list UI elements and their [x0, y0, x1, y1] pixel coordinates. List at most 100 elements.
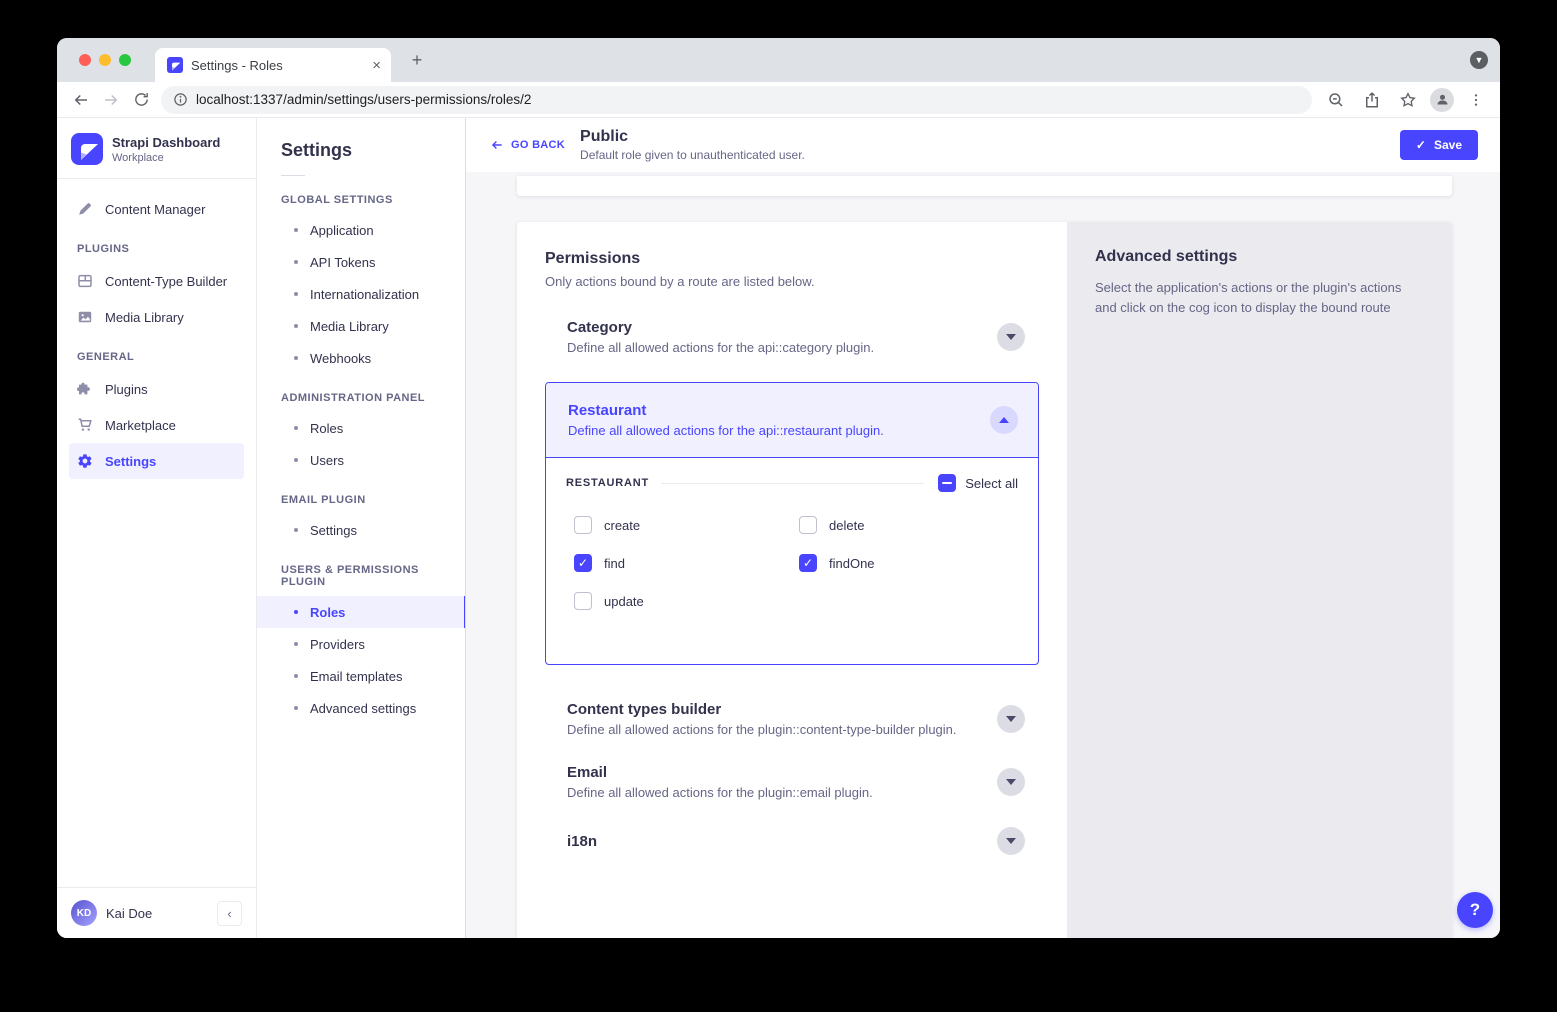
- sidebar-item-media-library[interactable]: Media Library: [69, 299, 244, 335]
- subnav-title: Settings: [257, 140, 465, 161]
- checkbox[interactable]: [574, 592, 592, 610]
- expand-accordion-button[interactable]: [997, 768, 1025, 796]
- browser-profile-avatar[interactable]: [1430, 88, 1454, 112]
- action-delete[interactable]: delete: [799, 516, 1018, 534]
- sidebar-section-label-plugins: PLUGINS: [69, 227, 244, 263]
- accordion-description: Define all allowed actions for the plugi…: [567, 722, 997, 737]
- advanced-settings-description: Select the application's actions or the …: [1095, 278, 1424, 318]
- sidebar-item-marketplace[interactable]: Marketplace: [69, 407, 244, 443]
- forward-button[interactable]: [97, 86, 125, 114]
- action-findone[interactable]: ✓ findOne: [799, 554, 1018, 572]
- permissions-title: Permissions: [545, 250, 1039, 268]
- accordion-i18n[interactable]: i18n: [545, 827, 1039, 855]
- bullet-icon: [294, 324, 298, 328]
- accordion-title: Restaurant: [568, 402, 990, 419]
- accordion-content-types-builder[interactable]: Content types builder Define all allowed …: [545, 701, 1039, 737]
- chevron-down-icon: [1006, 334, 1016, 340]
- subnav-item-label: Advanced settings: [310, 701, 416, 716]
- subnav-item-webhooks[interactable]: Webhooks: [257, 342, 465, 374]
- permission-group-label: RESTAURANT: [566, 477, 649, 489]
- bullet-icon: [294, 260, 298, 264]
- subnav-item-settings[interactable]: Settings: [257, 514, 465, 546]
- accordion-email[interactable]: EmailDefine all allowed actions for the …: [545, 764, 1039, 800]
- action-label: findOne: [829, 556, 875, 571]
- advanced-settings-title: Advanced settings: [1095, 248, 1424, 266]
- collapse-accordion-button[interactable]: [990, 406, 1018, 434]
- subnav-section-label-users-permissions-plugin: USERS & PERMISSIONS PLUGIN: [257, 546, 465, 596]
- permissions-panel: Permissions Only actions bound by a rout…: [517, 222, 1067, 938]
- subnav-item-email-templates[interactable]: Email templates: [257, 660, 465, 692]
- expand-accordion-button[interactable]: [997, 827, 1025, 855]
- check-icon: ✓: [1416, 138, 1426, 152]
- zoom-out-icon[interactable]: [1322, 86, 1350, 114]
- sidebar-item-settings[interactable]: Settings: [69, 443, 244, 479]
- subnav-item-internationalization[interactable]: Internationalization: [257, 278, 465, 310]
- bullet-icon: [294, 674, 298, 678]
- bullet-icon: [294, 642, 298, 646]
- accordion-restaurant-header[interactable]: RestaurantDefine all allowed actions for…: [546, 383, 1038, 458]
- subnav-item-roles[interactable]: Roles: [257, 412, 465, 444]
- subnav-item-label: Internationalization: [310, 287, 419, 302]
- chevron-down-icon: [1006, 716, 1016, 722]
- action-update[interactable]: update: [574, 592, 799, 610]
- save-button[interactable]: ✓ Save: [1400, 130, 1478, 160]
- accordion-title: Content types builder: [567, 701, 997, 718]
- subnav-item-advanced-settings[interactable]: Advanced settings: [257, 692, 465, 724]
- zoom-window-button[interactable]: [119, 54, 131, 66]
- workspace-brand[interactable]: Strapi Dashboard Workplace: [57, 118, 256, 179]
- subnav-item-providers[interactable]: Providers: [257, 628, 465, 660]
- bookmark-star-icon[interactable]: [1394, 86, 1422, 114]
- subnav-item-label: Application: [310, 223, 374, 238]
- strapi-app: Strapi Dashboard Workplace Content Manag…: [57, 118, 1500, 938]
- tab-search-icon[interactable]: ▼: [1470, 51, 1488, 69]
- accordion-category[interactable]: CategoryDefine all allowed actions for t…: [545, 319, 1039, 355]
- action-find[interactable]: ✓find: [574, 554, 799, 572]
- new-tab-button[interactable]: +: [405, 48, 429, 72]
- actions-grid: create delete ✓find✓ findOne update: [566, 516, 1018, 610]
- action-label: delete: [829, 518, 864, 533]
- minimize-window-button[interactable]: [99, 54, 111, 66]
- sidebar-item-content-type-builder[interactable]: Content-Type Builder: [69, 263, 244, 299]
- accordion-title: Category: [567, 319, 997, 336]
- checkbox[interactable]: [799, 516, 817, 534]
- sidebar-item-plugins[interactable]: Plugins: [69, 371, 244, 407]
- site-info-icon[interactable]: [173, 92, 188, 107]
- browser-tab[interactable]: Settings - Roles ×: [155, 48, 391, 82]
- browser-menu-icon[interactable]: [1462, 86, 1490, 114]
- subnav-item-users[interactable]: Users: [257, 444, 465, 476]
- layout-icon: [77, 273, 93, 289]
- address-bar[interactable]: localhost:1337/admin/settings/users-perm…: [161, 86, 1312, 114]
- checkbox[interactable]: ✓: [799, 554, 817, 572]
- select-all-checkbox[interactable]: [938, 474, 956, 492]
- subnav-item-roles[interactable]: Roles: [257, 596, 465, 628]
- subnav-item-application[interactable]: Application: [257, 214, 465, 246]
- subnav-section-label-email-plugin: EMAIL PLUGIN: [257, 476, 465, 514]
- subnav-item-label: Email templates: [310, 669, 402, 684]
- expand-accordion-button[interactable]: [997, 323, 1025, 351]
- share-icon[interactable]: [1358, 86, 1386, 114]
- main-sidebar: Strapi Dashboard Workplace Content Manag…: [57, 118, 257, 938]
- expand-accordion-button[interactable]: [997, 705, 1025, 733]
- checkbox[interactable]: ✓: [574, 554, 592, 572]
- settings-subnav: Settings GLOBAL SETTINGSApplicationAPI T…: [257, 118, 466, 938]
- collapse-sidebar-button[interactable]: ‹: [217, 901, 242, 926]
- subnav-item-media-library[interactable]: Media Library: [257, 310, 465, 342]
- tab-close-icon[interactable]: ×: [372, 58, 381, 73]
- checkbox[interactable]: [574, 516, 592, 534]
- accordion-title: i18n: [567, 833, 997, 850]
- select-all-control[interactable]: Select all: [938, 474, 1018, 492]
- close-window-button[interactable]: [79, 54, 91, 66]
- subnav-item-api-tokens[interactable]: API Tokens: [257, 246, 465, 278]
- go-back-link[interactable]: GO BACK: [490, 138, 565, 152]
- role-header: GO BACK Public Default role given to una…: [466, 118, 1500, 172]
- sidebar-item-content-manager[interactable]: Content Manager: [69, 191, 244, 227]
- action-create[interactable]: create: [574, 516, 799, 534]
- back-button[interactable]: [67, 86, 95, 114]
- puzzle-icon: [77, 381, 93, 397]
- reload-button[interactable]: [127, 86, 155, 114]
- browser-window: Settings - Roles × + ▼ localhost:1337/ad…: [57, 38, 1500, 938]
- sidebar-nav: Content ManagerPLUGINSContent-Type Build…: [57, 179, 256, 479]
- help-button[interactable]: ?: [1457, 892, 1493, 928]
- tab-title: Settings - Roles: [191, 58, 364, 73]
- bullet-icon: [294, 228, 298, 232]
